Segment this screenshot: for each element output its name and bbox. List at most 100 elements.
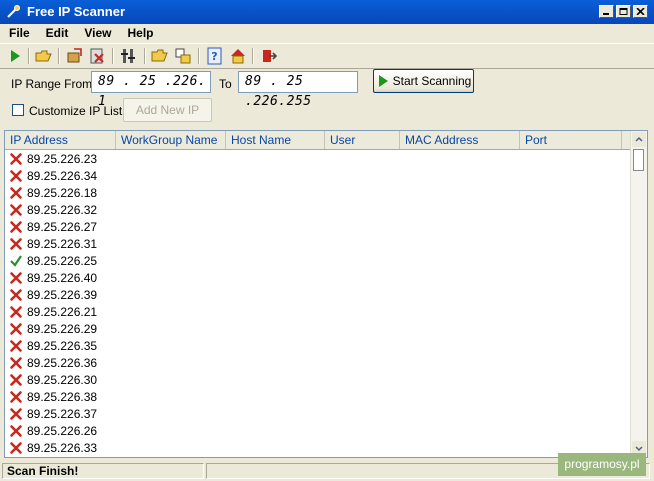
- ip-address-cell: 89.25.226.26: [27, 423, 98, 438]
- close-button[interactable]: [633, 5, 648, 18]
- help-icon[interactable]: ?: [206, 47, 224, 65]
- cross-icon: [10, 305, 22, 318]
- ip-address-cell: 89.25.226.36: [27, 355, 98, 370]
- play-icon[interactable]: [6, 47, 24, 65]
- cross-icon: [10, 441, 22, 454]
- ip-address-cell: 89.25.226.37: [27, 406, 98, 421]
- ip-address-cell: 89.25.226.35: [27, 338, 98, 353]
- ip-address-cell: 89.25.226.31: [27, 236, 98, 251]
- window-title: Free IP Scanner: [27, 4, 126, 19]
- scroll-thumb[interactable]: [633, 149, 644, 171]
- maximize-icon: [619, 8, 628, 15]
- ip-to-input[interactable]: 89 . 25 .226.255: [238, 71, 358, 109]
- table-row[interactable]: 89.25.226.39: [5, 286, 631, 303]
- menu-file[interactable]: File: [0, 24, 37, 43]
- results-list[interactable]: IP Address WorkGroup Name Host Name User…: [4, 130, 648, 458]
- table-row[interactable]: 89.25.226.36: [5, 354, 631, 371]
- column-user[interactable]: User: [325, 131, 400, 149]
- close-icon: [636, 8, 645, 15]
- export-icon[interactable]: [66, 47, 84, 65]
- ip-address-cell: 89.25.226.21: [27, 304, 98, 319]
- ip-address-cell: 89.25.226.23: [27, 151, 98, 166]
- ip-address-cell: 89.25.226.18: [27, 185, 98, 200]
- scroll-up-button[interactable]: [632, 132, 646, 147]
- table-row[interactable]: 89.25.226.18: [5, 184, 631, 201]
- ip-from-input[interactable]: 89 . 25 .226. 1: [91, 71, 211, 109]
- table-row[interactable]: 89.25.226.35: [5, 337, 631, 354]
- status-text: Scan Finish!: [2, 463, 204, 479]
- cross-icon: [10, 390, 22, 403]
- table-row[interactable]: 89.25.226.26: [5, 422, 631, 439]
- table-row[interactable]: 89.25.226.34: [5, 167, 631, 184]
- cross-icon: [10, 424, 22, 437]
- list-header: IP Address WorkGroup Name Host Name User…: [5, 131, 639, 150]
- cross-icon: [10, 373, 22, 386]
- cross-icon: [10, 152, 22, 165]
- cross-icon: [10, 271, 22, 284]
- folder-icon[interactable]: [151, 47, 169, 65]
- start-scanning-label: Start Scanning: [392, 74, 472, 88]
- ip-address-cell: 89.25.226.39: [27, 287, 98, 302]
- vertical-scrollbar[interactable]: [630, 131, 647, 457]
- minimize-icon: [603, 13, 609, 15]
- cross-icon: [10, 322, 22, 335]
- table-row[interactable]: 89.25.226.27: [5, 218, 631, 235]
- table-row[interactable]: 89.25.226.33: [5, 439, 631, 456]
- menu-help[interactable]: Help: [118, 24, 160, 43]
- menu-view[interactable]: View: [75, 24, 118, 43]
- cross-icon: [10, 356, 22, 369]
- maximize-button[interactable]: [616, 5, 631, 18]
- svg-text:?: ?: [211, 50, 217, 63]
- ip-address-cell: 89.25.226.30: [27, 372, 98, 387]
- check-icon: [10, 254, 22, 267]
- table-row[interactable]: 89.25.226.37: [5, 405, 631, 422]
- column-port[interactable]: Port: [520, 131, 622, 149]
- table-row[interactable]: 89.25.226.31: [5, 235, 631, 252]
- table-row[interactable]: 89.25.226.32: [5, 201, 631, 218]
- ip-address-cell: 89.25.226.34: [27, 168, 98, 183]
- table-row[interactable]: 89.25.226.40: [5, 269, 631, 286]
- settings-icon[interactable]: [120, 47, 138, 65]
- play-icon: [378, 75, 388, 87]
- list-rows: 89.25.226.23 89.25.226.34 89.25.226.18 89.2…: [5, 150, 631, 456]
- minimize-button[interactable]: [599, 5, 614, 18]
- table-row[interactable]: 89.25.226.21: [5, 303, 631, 320]
- ip-address-cell: 89.25.226.25: [27, 253, 98, 268]
- status-bar: Scan Finish!: [0, 461, 654, 481]
- table-row[interactable]: 89.25.226.29: [5, 320, 631, 337]
- cross-icon: [10, 339, 22, 352]
- customize-ip-list-label: Customize IP List: [29, 104, 123, 118]
- ip-address-cell: 89.25.226.32: [27, 202, 98, 217]
- table-row[interactable]: 89.25.226.23: [5, 150, 631, 167]
- cross-icon: [10, 203, 22, 216]
- cross-icon: [10, 169, 22, 182]
- customize-ip-list-checkbox[interactable]: [12, 104, 24, 116]
- ip-address-cell: 89.25.226.40: [27, 270, 98, 285]
- column-ip-address[interactable]: IP Address: [5, 131, 116, 149]
- delete-icon[interactable]: [88, 47, 106, 65]
- column-workgroup-name[interactable]: WorkGroup Name: [116, 131, 226, 149]
- home-icon[interactable]: [229, 47, 247, 65]
- table-row[interactable]: 89.25.226.30: [5, 371, 631, 388]
- ip-range-from-label: IP Range From: [11, 77, 93, 91]
- cross-icon: [10, 237, 22, 250]
- title-bar: Free IP Scanner: [0, 0, 654, 24]
- ip-address-cell: 89.25.226.38: [27, 389, 98, 404]
- ip-address-cell: 89.25.226.27: [27, 219, 98, 234]
- open-icon[interactable]: [35, 47, 53, 65]
- add-new-ip-button[interactable]: Add New IP: [123, 98, 212, 122]
- menu-bar: File Edit View Help: [0, 24, 654, 43]
- cross-icon: [10, 220, 22, 233]
- table-row[interactable]: 89.25.226.25: [5, 252, 631, 269]
- save-icon[interactable]: [174, 47, 192, 65]
- menu-edit[interactable]: Edit: [37, 24, 76, 43]
- toolbar: ?: [0, 43, 654, 69]
- table-row[interactable]: 89.25.226.38: [5, 388, 631, 405]
- start-scanning-button[interactable]: Start Scanning: [373, 69, 474, 93]
- exit-icon[interactable]: [260, 47, 278, 65]
- column-host-name[interactable]: Host Name: [226, 131, 325, 149]
- column-mac-address[interactable]: MAC Address: [400, 131, 520, 149]
- ip-address-cell: 89.25.226.33: [27, 440, 98, 455]
- ip-address-cell: 89.25.226.29: [27, 321, 98, 336]
- app-icon: [7, 5, 20, 18]
